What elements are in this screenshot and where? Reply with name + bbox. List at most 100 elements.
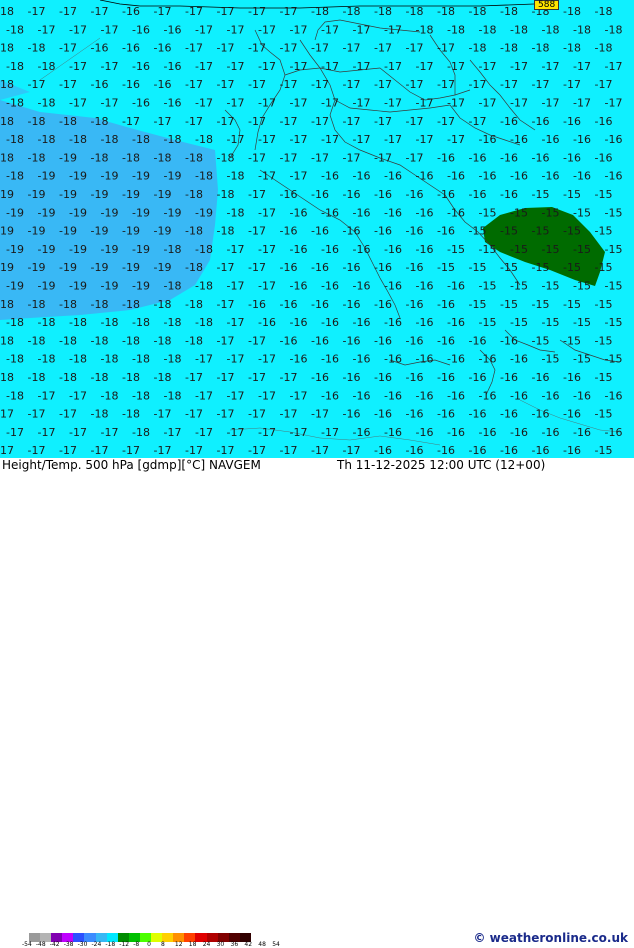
grid-value: -17 [447, 133, 465, 146]
grid-value: -15 [532, 334, 550, 347]
grid-value: -17 [227, 316, 245, 329]
grid-value: -19 [122, 261, 140, 274]
grid-value: -18 [185, 188, 203, 201]
grid-value: -17 [154, 444, 172, 457]
grid-value: -16 [406, 371, 424, 384]
grid-value: -16 [437, 371, 455, 384]
grid-value: -15 [605, 206, 623, 219]
grid-value: -18 [122, 151, 140, 164]
grid-value: -19 [59, 151, 77, 164]
grid-value: -16 [510, 389, 528, 402]
grid-value: -17 [311, 42, 329, 55]
grid-value: -18 [6, 389, 24, 402]
grid-value: -18 [101, 133, 119, 146]
grid-value: -17 [321, 133, 339, 146]
grid-value: -18 [91, 408, 109, 421]
grid-value: -16 [447, 353, 465, 366]
grid-value: -17 [227, 60, 245, 73]
grid-value: -18 [28, 42, 46, 55]
grid-value: -17 [384, 23, 402, 36]
grid-value: -17 [101, 60, 119, 73]
grid-value: -16 [406, 225, 424, 238]
grid-value: -18 [406, 5, 424, 18]
grid-value: -16 [447, 316, 465, 329]
grid-value: -15 [510, 316, 528, 329]
grid-value: -16 [500, 444, 518, 457]
grid-value: -16 [469, 371, 487, 384]
grid-value: -18 [195, 170, 213, 183]
grid-value: -16 [374, 188, 392, 201]
grid-value: -17 [406, 42, 424, 55]
grid-value: -17 [248, 78, 266, 91]
grid-value: -18 [28, 151, 46, 164]
grid-value: -17 [185, 5, 203, 18]
grid-value: -15 [510, 206, 528, 219]
grid-value: -18 [154, 151, 172, 164]
grid-value: -15 [563, 334, 581, 347]
grid-value: -16 [416, 206, 434, 219]
grid-value: -16 [532, 151, 550, 164]
grid-value: -17 [248, 42, 266, 55]
grid-value: -18 [595, 42, 613, 55]
grid-value: -16 [154, 42, 172, 55]
grid-value: -18 [437, 5, 455, 18]
grid-value: -17 [479, 60, 497, 73]
grid-value: -19 [132, 170, 150, 183]
grid-value: -18 [227, 170, 245, 183]
legend-label: 12 [174, 941, 183, 948]
grid-value: -17 [91, 444, 109, 457]
grid-value: -16 [374, 444, 392, 457]
grid-value: -18 [101, 353, 119, 366]
grid-value: -16 [510, 133, 528, 146]
grid-value: -16 [343, 188, 361, 201]
grid-value: -17 [248, 408, 266, 421]
grid-value: -18 [563, 5, 581, 18]
grid-value: -17 [217, 115, 235, 128]
grid-value: -15 [605, 316, 623, 329]
grid-value: -19 [154, 225, 172, 238]
grid-value: -18 [6, 60, 24, 73]
grid-value: -17 [217, 408, 235, 421]
grid-value: -17 [595, 78, 613, 91]
grid-value: -17 [290, 97, 308, 110]
grid-value: -17 [290, 170, 308, 183]
grid-value: -17 [195, 353, 213, 366]
grid-value: -17 [6, 426, 24, 439]
grid-value: -16 [122, 42, 140, 55]
grid-value: -16 [280, 298, 298, 311]
grid-value: -17 [374, 78, 392, 91]
grid-value: -17 [258, 389, 276, 402]
grid-value: -16 [479, 353, 497, 366]
grid-value: -16 [416, 316, 434, 329]
grid-value: -17 [122, 444, 140, 457]
grid-value: -16 [384, 316, 402, 329]
grid-value: -18 [122, 408, 140, 421]
grid-value: -16 [416, 170, 434, 183]
grid-value: -16 [469, 444, 487, 457]
grid-value: -17 [311, 115, 329, 128]
grid-value: -17 [290, 60, 308, 73]
grid-value: -16 [122, 5, 140, 18]
grid-value: -18 [573, 23, 591, 36]
grid-value: -16 [311, 188, 329, 201]
grid-value: -17 [321, 23, 339, 36]
site-credit[interactable]: © weatheronline.co.uk [473, 931, 628, 945]
grid-value: -18 [132, 133, 150, 146]
grid-value: -19 [101, 170, 119, 183]
grid-value: -16 [353, 206, 371, 219]
grid-value: -16 [437, 298, 455, 311]
grid-value: -17 [217, 371, 235, 384]
grid-value: -18 [6, 97, 24, 110]
grid-value: -18 [122, 298, 140, 311]
grid-value: -17 [185, 408, 203, 421]
grid-value: -16 [479, 426, 497, 439]
grid-value: -16 [406, 298, 424, 311]
grid-value: -18 [101, 389, 119, 402]
grid-value: -16 [353, 426, 371, 439]
grid-value: -15 [469, 298, 487, 311]
grid-value: -16 [500, 334, 518, 347]
grid-value: -19 [59, 261, 77, 274]
weather-map: -18-17-17-17-16-17-17-17-17-17-18-18-18-… [0, 0, 634, 458]
grid-value: -18 [0, 42, 14, 55]
grid-value: -18 [164, 353, 182, 366]
